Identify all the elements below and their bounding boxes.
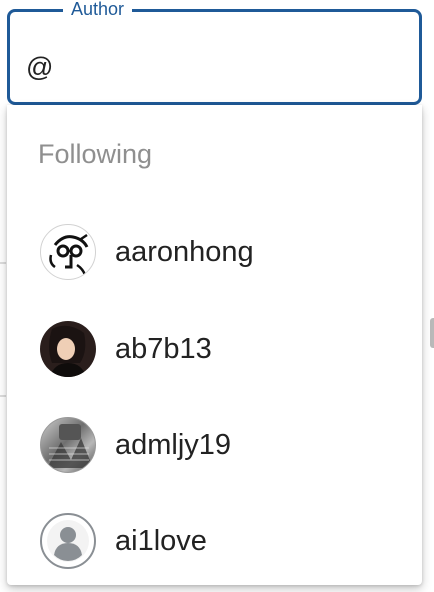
photo-portrait-avatar-icon xyxy=(40,321,96,377)
suggestion-option[interactable]: ab7b13 xyxy=(7,302,422,396)
suggestion-option[interactable]: aaronhong xyxy=(7,205,422,299)
author-input[interactable] xyxy=(26,50,406,84)
background-divider xyxy=(0,395,6,397)
suggestion-option[interactable]: admljy19 xyxy=(7,398,422,492)
default-user-avatar-icon xyxy=(40,513,96,569)
background-divider xyxy=(0,262,6,264)
photo-grayscale-avatar-icon xyxy=(40,417,96,473)
author-field[interactable]: Author xyxy=(7,0,422,105)
suggestion-username: aaronhong xyxy=(115,235,254,268)
suggestion-username: ab7b13 xyxy=(115,332,212,365)
group-header-following: Following xyxy=(38,139,153,169)
suggestion-option[interactable]: ai1love xyxy=(7,494,422,585)
suggestion-username: ai1love xyxy=(115,524,207,557)
background-scroll-handle xyxy=(430,318,434,348)
author-suggestions-dropdown: Following aaronhong ab7b13 admljy19 ai1l… xyxy=(7,105,422,585)
suggestion-username: admljy19 xyxy=(115,428,232,461)
sketch-face-avatar-icon xyxy=(40,224,96,280)
author-field-label: Author xyxy=(63,0,133,20)
